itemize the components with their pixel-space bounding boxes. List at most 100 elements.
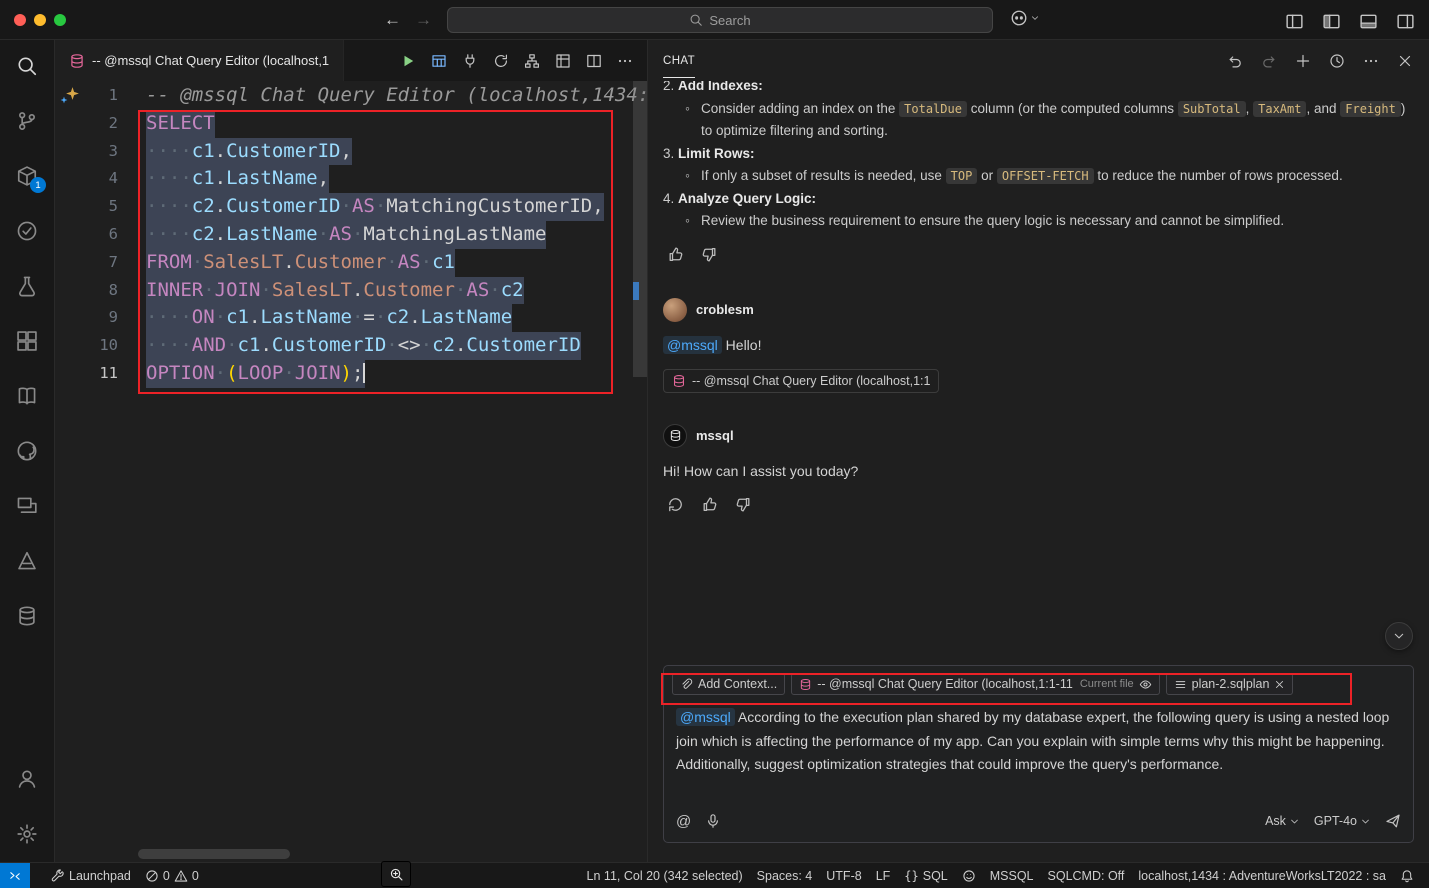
thumbs-down-button[interactable]	[731, 493, 755, 517]
code-editor[interactable]: 1-- @mssql Chat Query Editor (localhost,…	[55, 81, 647, 862]
code-line[interactable]: 1-- @mssql Chat Query Editor (localhost,…	[55, 82, 647, 110]
thumbs-down-button[interactable]	[697, 243, 721, 267]
line-number[interactable]: 6	[55, 221, 118, 249]
activity-packages[interactable]: 1	[15, 164, 39, 188]
connection-indicator[interactable]: localhost,1434 : AdventureWorksLT2022 : …	[1131, 869, 1393, 883]
activity-testing[interactable]	[15, 219, 39, 243]
layout-columns-button[interactable]	[1282, 9, 1306, 33]
run-button[interactable]	[396, 49, 420, 73]
mssql-provider-indicator[interactable]: MSSQL	[983, 869, 1041, 883]
back-icon[interactable]: ←	[384, 10, 401, 30]
results-button[interactable]	[427, 49, 451, 73]
new-chat-button[interactable]	[1291, 49, 1315, 73]
sqlcmd-indicator[interactable]: SQLCMD: Off	[1041, 869, 1132, 883]
window-close-button[interactable]	[14, 14, 26, 26]
more-button[interactable]	[1359, 49, 1383, 73]
line-number[interactable]: 11	[55, 360, 118, 388]
line-number[interactable]: 5	[55, 193, 118, 221]
redo-button[interactable]	[1257, 49, 1281, 73]
undo-button[interactable]	[1223, 49, 1247, 73]
line-number[interactable]: 3	[55, 138, 118, 166]
code-line[interactable]: 5····c2.CustomerID·AS·MatchingCustomerID…	[55, 193, 647, 221]
activity-azure[interactable]	[15, 549, 39, 573]
remote-indicator[interactable]	[0, 863, 30, 888]
rerun-button[interactable]	[663, 493, 687, 517]
line-number[interactable]: 9	[55, 304, 118, 332]
eye-icon[interactable]	[1139, 678, 1152, 691]
layout-sidebar-right-button[interactable]	[1393, 9, 1417, 33]
close-icon[interactable]	[1274, 679, 1285, 690]
add-context-button[interactable]: Add Context...	[672, 673, 785, 695]
designer-button[interactable]	[551, 49, 575, 73]
thumbs-up-button[interactable]	[697, 493, 721, 517]
layout-sidebar-left-button[interactable]	[1319, 9, 1343, 33]
feedback-button[interactable]	[955, 869, 983, 883]
split-editor-icon	[586, 53, 602, 69]
chat-input-textarea[interactable]: @mssql According to the execution plan s…	[676, 706, 1401, 800]
code-line[interactable]: 2SELECT	[55, 110, 647, 138]
code-line[interactable]: 7FROM·SalesLT.Customer·AS·c1	[55, 249, 647, 277]
notifications-button[interactable]	[1393, 869, 1421, 883]
problems-indicator[interactable]: 0 0	[138, 869, 206, 883]
mssql-mention-chip[interactable]: @mssql	[663, 336, 722, 354]
code-line[interactable]: 11OPTION·(LOOP·JOIN);	[55, 360, 647, 388]
activity-remote-explorer[interactable]	[15, 494, 39, 518]
launchpad-button[interactable]: Launchpad	[44, 869, 138, 883]
copilot-menu-button[interactable]	[1010, 9, 1040, 27]
code-line[interactable]: 4····c1.LastName,	[55, 165, 647, 193]
schema-button[interactable]	[520, 49, 544, 73]
code-line[interactable]: 6····c2.LastName·AS·MatchingLastName	[55, 221, 647, 249]
command-center-search[interactable]: Search	[447, 7, 993, 33]
model-picker-dropdown[interactable]: GPT-4o	[1314, 814, 1371, 828]
activity-extensions[interactable]	[15, 329, 39, 353]
eol-indicator[interactable]: LF	[869, 869, 898, 883]
language-mode-indicator[interactable]: {} SQL	[897, 869, 954, 883]
history-button[interactable]	[1325, 49, 1349, 73]
activity-settings[interactable]	[15, 822, 39, 846]
split-editor-button[interactable]	[582, 49, 606, 73]
context-chip-sqlplan[interactable]: plan-2.sqlplan	[1166, 673, 1294, 695]
activity-accounts[interactable]	[15, 767, 39, 791]
editor-group: -- @mssql Chat Query Editor (localhost,1…	[55, 40, 648, 862]
line-number[interactable]: 10	[55, 332, 118, 360]
more-button[interactable]	[613, 49, 637, 73]
forward-icon[interactable]: →	[415, 10, 432, 30]
line-number[interactable]: 2	[55, 110, 118, 138]
activity-docs[interactable]	[15, 384, 39, 408]
voice-input-button[interactable]	[705, 813, 721, 829]
scroll-to-bottom-button[interactable]	[1385, 622, 1413, 650]
cursor-position-indicator[interactable]: Ln 11, Col 20 (342 selected)	[580, 869, 750, 883]
line-number[interactable]: 4	[55, 165, 118, 193]
vertical-scrollbar[interactable]	[633, 81, 647, 377]
connect-button[interactable]	[458, 49, 482, 73]
line-number[interactable]: 8	[55, 277, 118, 305]
window-minimize-button[interactable]	[34, 14, 46, 26]
chat-mode-dropdown[interactable]: Ask	[1265, 814, 1300, 828]
thumbs-up-button[interactable]	[663, 243, 687, 267]
chat-input-box[interactable]: Add Context... -- @mssql Chat Query Edit…	[663, 665, 1414, 843]
estimated-plan-button[interactable]	[489, 49, 513, 73]
close-button[interactable]	[1393, 49, 1417, 73]
activity-database-projects[interactable]	[15, 604, 39, 628]
activity-source-control[interactable]	[15, 109, 39, 133]
indentation-indicator[interactable]: Spaces: 4	[750, 869, 820, 883]
layout-panel-bottom-button[interactable]	[1356, 9, 1380, 33]
code-line[interactable]: 10····AND·c1.CustomerID·<>·c2.CustomerID	[55, 332, 647, 360]
activity-sql-projects[interactable]	[15, 274, 39, 298]
send-button[interactable]	[1385, 813, 1401, 829]
code-line[interactable]: 9····ON·c1.LastName·=·c2.LastName	[55, 304, 647, 332]
editor-tab[interactable]: -- @mssql Chat Query Editor (localhost,1	[55, 40, 344, 81]
message-attachment-pill[interactable]: -- @mssql Chat Query Editor (localhost,1…	[663, 369, 939, 393]
window-zoom-button[interactable]	[54, 14, 66, 26]
code-line[interactable]: 3····c1.CustomerID,	[55, 138, 647, 166]
mention-button[interactable]: @	[676, 813, 691, 830]
activity-search[interactable]	[15, 54, 39, 78]
copilot-sparkle-icon[interactable]	[63, 86, 85, 108]
code-line[interactable]: 8INNER·JOIN·SalesLT.Customer·AS·c2	[55, 277, 647, 305]
horizontal-scrollbar[interactable]	[138, 849, 290, 859]
database-icon	[799, 678, 812, 691]
context-chip-current-file[interactable]: -- @mssql Chat Query Editor (localhost,1…	[791, 673, 1159, 695]
activity-github[interactable]	[15, 439, 39, 463]
line-number[interactable]: 7	[55, 249, 118, 277]
encoding-indicator[interactable]: UTF-8	[819, 869, 868, 883]
